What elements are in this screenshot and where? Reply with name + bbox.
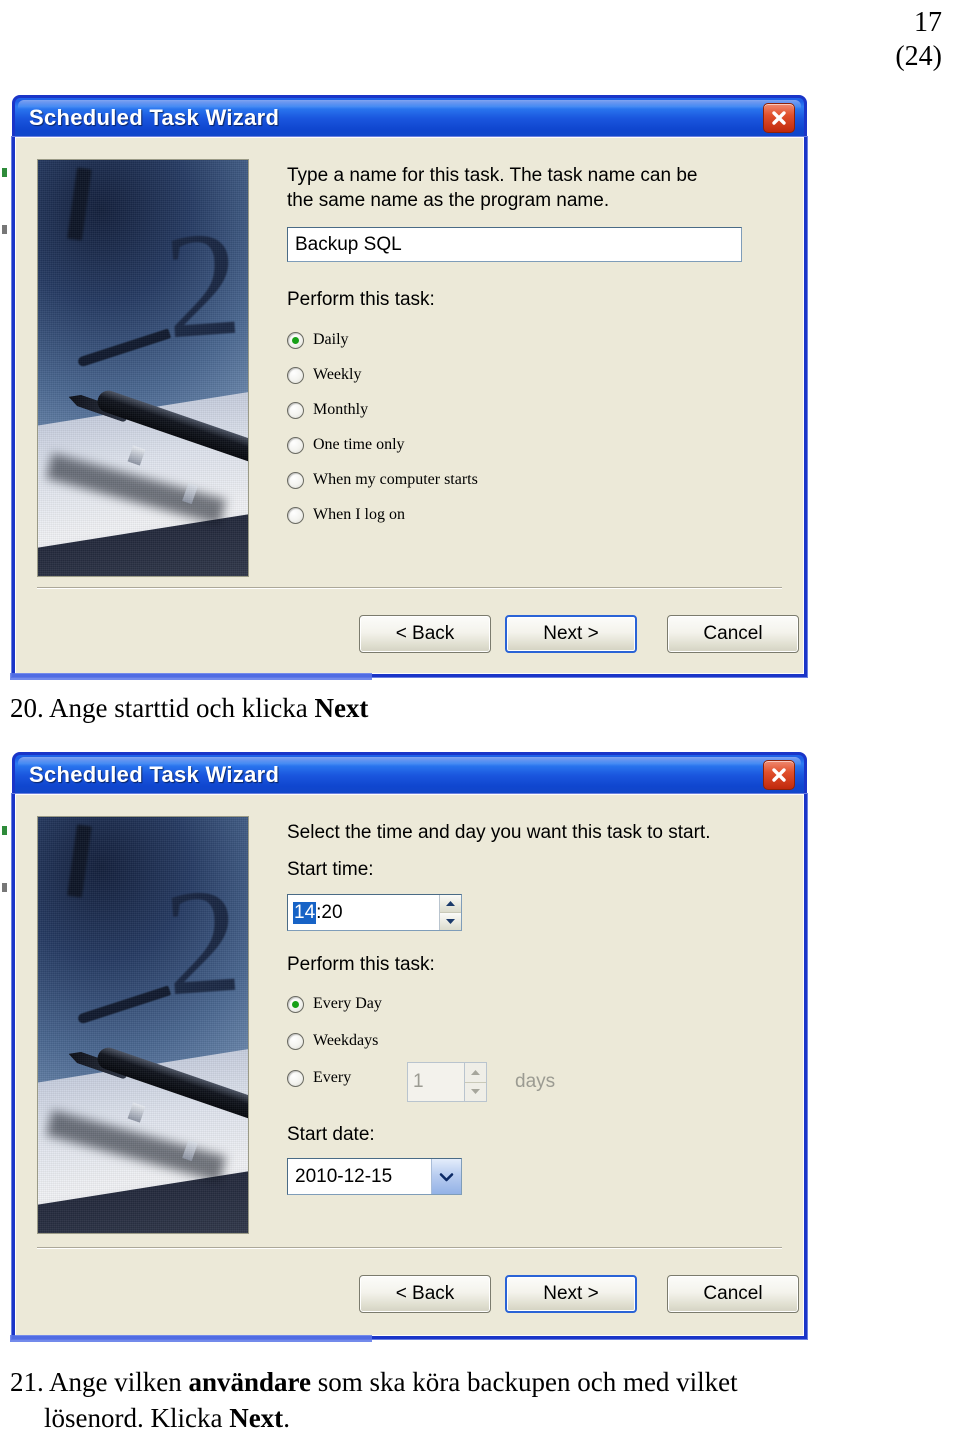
spinner-down-icon[interactable] [465, 1082, 486, 1101]
radio-indicator [287, 471, 304, 489]
radio-label: When my computer starts [313, 471, 478, 488]
background-window-artifact [2, 168, 7, 177]
task-name-instruction: Type a name for this task. The task name… [287, 165, 698, 211]
caption-line-2: lösenord. Klicka Next. [10, 1400, 840, 1436]
caption-period: . [283, 1403, 290, 1433]
close-x-icon[interactable] [763, 760, 795, 790]
spinner-down-icon[interactable] [440, 913, 461, 930]
caption-line-1: 21. Ange vilken användare som ska köra b… [10, 1364, 840, 1400]
radio-indicator [287, 331, 304, 349]
next-button[interactable]: Next > [505, 615, 637, 653]
radio-indicator [287, 366, 304, 384]
background-window-artifact [2, 225, 7, 234]
time-day-instruction: Select the time and day you want this ta… [287, 822, 711, 843]
dialog-separator [37, 1247, 782, 1249]
radio-indicator [287, 506, 304, 524]
page-number-total: (24) [895, 41, 942, 72]
dialog-titlebar: Scheduled Task Wizard [12, 95, 807, 137]
radio-indicator [287, 401, 304, 419]
close-x-icon[interactable] [763, 103, 795, 133]
dialog-content: Type a name for this task. The task name… [287, 163, 782, 213]
radio-label: Monthly [313, 401, 369, 418]
dialog-titlebar: Scheduled Task Wizard [12, 752, 807, 794]
chevron-down-icon[interactable] [431, 1159, 461, 1194]
background-window-artifact [2, 826, 7, 835]
radio-indicator [287, 436, 304, 454]
radio-option-daily[interactable]: Daily [287, 331, 349, 349]
radio-option-when-i-log-on[interactable]: When I log on [287, 506, 405, 524]
every-days-unit-label: days [515, 1071, 556, 1092]
spinner-up-icon[interactable] [465, 1063, 486, 1083]
every-days-input[interactable]: 1 [407, 1062, 487, 1102]
radio-label: Daily [313, 331, 349, 348]
next-button[interactable]: Next > [505, 1275, 637, 1313]
wizard-sidebar-image: 2 [37, 159, 249, 577]
radio-option-when-my-computer-starts[interactable]: When my computer starts [287, 471, 478, 489]
caption-step-number: 21. [10, 1367, 44, 1397]
photo-grain-overlay [38, 817, 248, 1233]
radio-option-every-n-days[interactable]: Every [287, 1069, 351, 1087]
radio-label: Weekdays [313, 1032, 379, 1049]
photo-grain-overlay [38, 160, 248, 576]
page-number: 17 (24) [895, 6, 942, 74]
radio-indicator [287, 1069, 304, 1087]
dialog-title: Scheduled Task Wizard [29, 104, 280, 130]
scheduled-task-wizard-dialog-2: 2 Select the time and day you want this … [12, 794, 807, 1339]
radio-option-every-day[interactable]: Every Day [287, 995, 382, 1013]
start-time-value: 14:20 [288, 895, 439, 930]
start-time-selected-part: 14 [293, 901, 317, 924]
background-window-bar [10, 673, 372, 680]
radio-label: Every Day [313, 995, 382, 1012]
cancel-button[interactable]: Cancel [667, 1275, 799, 1313]
start-time-rest-part: :20 [316, 901, 343, 923]
caption-step-20: 20. Ange starttid och klicka Next [10, 690, 810, 726]
caption-step-number: 20. [10, 693, 44, 723]
dialog-title: Scheduled Task Wizard [29, 761, 280, 787]
perform-this-task-label: Perform this task: [287, 289, 435, 310]
radio-indicator [287, 995, 304, 1013]
dialog-content: Select the time and day you want this ta… [287, 820, 787, 845]
dialog-button-row: < Back Next > Cancel [359, 1275, 799, 1313]
radio-label: One time only [313, 436, 405, 453]
back-button[interactable]: < Back [359, 1275, 491, 1313]
dialog-separator [37, 587, 782, 589]
caption-bold-anvandare: användare [188, 1367, 312, 1397]
caption-text-cont2: lösenord. Klicka [44, 1403, 230, 1433]
wizard-sidebar-image: 2 [37, 816, 249, 1234]
start-date-label: Start date: [287, 1124, 375, 1145]
start-time-input[interactable]: 14:20 [287, 894, 462, 931]
start-time-spinner[interactable] [439, 895, 461, 930]
cancel-button[interactable]: Cancel [667, 615, 799, 653]
radio-option-monthly[interactable]: Monthly [287, 401, 368, 419]
every-days-value: 1 [413, 1071, 424, 1092]
task-name-value: Backup SQL [295, 233, 402, 255]
every-days-spinner[interactable] [464, 1063, 486, 1101]
background-window-bar [10, 1335, 372, 1342]
caption-text: Ange vilken [49, 1367, 189, 1397]
scheduled-task-wizard-dialog-1: 2 Type a name for this task. The task na… [12, 137, 807, 677]
start-time-label: Start time: [287, 859, 374, 880]
task-name-input[interactable]: Backup SQL [287, 227, 742, 262]
perform-this-task-label: Perform this task: [287, 954, 435, 975]
radio-label: Weekly [313, 366, 362, 383]
radio-indicator [287, 1032, 304, 1050]
radio-label: Every [313, 1069, 352, 1086]
back-button[interactable]: < Back [359, 615, 491, 653]
radio-option-one-time-only[interactable]: One time only [287, 436, 405, 454]
caption-text: Ange starttid och klicka [49, 693, 315, 723]
caption-bold-next: Next [314, 693, 369, 723]
radio-option-weekdays[interactable]: Weekdays [287, 1032, 378, 1050]
background-window-artifact [2, 883, 7, 892]
dialog-button-row: < Back Next > Cancel [359, 615, 799, 653]
start-date-dropdown[interactable]: 2010-12-15 [287, 1158, 462, 1195]
spinner-up-icon[interactable] [440, 895, 461, 913]
caption-step-21: 21. Ange vilken användare som ska köra b… [10, 1364, 840, 1436]
start-date-value: 2010-12-15 [295, 1165, 393, 1187]
radio-label: When I log on [313, 506, 405, 523]
caption-text-cont: som ska köra backupen och med vilket [311, 1367, 738, 1397]
page-number-current: 17 [914, 7, 942, 38]
caption-bold-next: Next [229, 1403, 284, 1433]
radio-option-weekly[interactable]: Weekly [287, 366, 361, 384]
